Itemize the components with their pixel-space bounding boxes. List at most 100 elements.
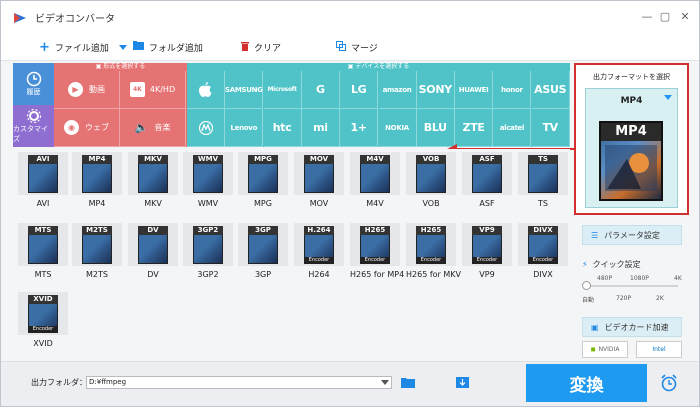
format-thumbnail: 3GP <box>238 223 288 266</box>
category-music[interactable]: 🔈 音楽 <box>120 109 186 147</box>
format-tile-divx[interactable]: DIVX Encoder DIVX <box>518 223 568 283</box>
device-brand-2[interactable]: Microsoft <box>263 71 302 109</box>
format-tile-mpg[interactable]: MPG MPG <box>238 152 288 212</box>
device-brand-13[interactable]: mi <box>301 109 340 147</box>
format-tile-wmv[interactable]: WMV WMV <box>183 152 233 212</box>
format-tile-asf[interactable]: ASF ASF <box>462 152 512 212</box>
slider-label: 自動 <box>582 297 595 304</box>
format-tile-mts[interactable]: MTS MTS <box>18 223 68 283</box>
format-grid: AVI AVI MP4 MP4 MKV MKV WMV WMV MPG MPG MOV MOV M4V M… <box>13 149 570 361</box>
device-brand-18[interactable]: alcatel <box>493 109 532 147</box>
convert-button[interactable]: 変換 <box>526 364 647 402</box>
format-label: H265 for MKV <box>406 270 461 279</box>
device-brand-4[interactable]: LG <box>340 71 379 109</box>
bottom-bar: 出力フォルダ： D:¥ffmpeg 変換 <box>1 361 699 406</box>
video-file-icon: WMV <box>193 154 223 193</box>
format-tile-m4v[interactable]: M4V M4V <box>350 152 400 212</box>
format-label: ASF <box>479 199 495 208</box>
device-brand-1[interactable]: SAMSUNG <box>225 71 264 109</box>
device-brand-17[interactable]: ZTE <box>455 109 494 147</box>
format-thumbnail: ASF <box>462 152 512 195</box>
format-tile-vob[interactable]: VOB VOB <box>406 152 456 212</box>
format-tile-vp9[interactable]: VP9 Encoder VP9 <box>462 223 512 283</box>
dropdown-arrow-icon[interactable] <box>381 380 389 385</box>
device-brand-7[interactable]: HUAWEI <box>455 71 494 109</box>
format-label: 3GP <box>254 270 272 279</box>
format-tag: DIVX <box>528 225 558 235</box>
output-format-selector[interactable]: MP4 MP4 <box>585 88 678 208</box>
format-label: 3GP2 <box>197 270 219 279</box>
format-category-panel: ▣ 形式を選択する ▶ 動画 4K 4K/HD ◉ ウェブ 🔈 音楽 <box>54 63 187 147</box>
clear-button[interactable]: クリア <box>240 41 281 54</box>
format-tile-dv[interactable]: DV DV <box>128 223 178 283</box>
parameter-settings-button[interactable]: ☰ パラメータ設定 <box>582 225 682 245</box>
device-brand-16[interactable]: BLU <box>416 109 455 147</box>
format-tile-ts[interactable]: TS TS <box>518 152 568 212</box>
gpu-acceleration-button[interactable]: ▣ ビデオカード加速 <box>582 317 682 337</box>
alarm-clock-icon[interactable] <box>660 374 678 392</box>
format-tag: VOB <box>416 154 446 164</box>
browse-folder-icon[interactable] <box>401 376 415 388</box>
format-tile-m2ts[interactable]: M2TS M2TS <box>72 223 122 283</box>
format-tile-xvid[interactable]: XVID Encoder XVID <box>18 292 68 352</box>
format-tile-3gp[interactable]: 3GP 3GP <box>238 223 288 283</box>
format-tile-mkv[interactable]: MKV MKV <box>128 152 178 212</box>
category-4k-hd[interactable]: 4K 4K/HD <box>120 71 186 109</box>
app-logo-icon <box>14 12 26 23</box>
device-brand-6[interactable]: SONY <box>416 71 455 109</box>
add-file-dropdown[interactable] <box>118 44 127 50</box>
device-brand-5[interactable]: amazon <box>378 71 417 109</box>
device-brand-15[interactable]: NOKIA <box>378 109 417 147</box>
format-tag: H265 <box>360 225 390 235</box>
customize-label: カスタマイズ <box>13 125 48 143</box>
quality-slider[interactable] <box>582 281 678 290</box>
slider-label: 2K <box>656 295 664 302</box>
device-brand-label: NOKIA <box>385 123 409 132</box>
format-tile-h264[interactable]: H.264 Encoder H264 <box>294 223 344 283</box>
nvidia-toggle[interactable]: ◼ NVIDIA <box>582 341 628 358</box>
device-brand-0[interactable] <box>187 71 225 109</box>
device-brand-11[interactable]: Lenovo <box>225 109 264 147</box>
device-brand-14[interactable]: 1+ <box>340 109 379 147</box>
format-tile-3gp2[interactable]: 3GP2 3GP2 <box>183 223 233 283</box>
format-thumbnail: H265 Encoder <box>406 223 456 266</box>
format-label: DIVX <box>533 270 553 279</box>
category-web[interactable]: ◉ ウェブ <box>54 109 120 147</box>
format-tag: MP4 <box>82 154 112 164</box>
device-brand-12[interactable]: htc <box>263 109 302 147</box>
customize-tab[interactable]: カスタマイズ <box>13 105 54 147</box>
category-label: 動画 <box>89 85 105 94</box>
add-folder-button[interactable]: フォルダ追加 <box>132 41 203 54</box>
format-label: M2TS <box>86 270 108 279</box>
open-folder-icon[interactable] <box>456 375 469 388</box>
device-brand-10[interactable] <box>187 109 225 147</box>
format-tag: DV <box>138 225 168 235</box>
minimize-icon[interactable]: — <box>639 9 655 25</box>
format-thumbnail: DIVX Encoder <box>518 223 568 266</box>
output-folder-input[interactable]: D:¥ffmpeg <box>86 376 392 389</box>
merge-button[interactable]: マージ <box>335 40 378 54</box>
device-brand-19[interactable]: TV <box>531 109 570 147</box>
format-label: MP4 <box>88 199 106 208</box>
device-brand-3[interactable]: G <box>301 71 340 109</box>
video-file-icon: 3GP <box>248 225 278 264</box>
format-tile-avi[interactable]: AVI AVI <box>18 152 68 212</box>
format-tile-h265-for-mkv[interactable]: H265 Encoder H265 for MKV <box>406 223 461 283</box>
nvidia-logo-icon: ◼ <box>590 346 596 353</box>
close-icon[interactable]: ✕ <box>677 9 693 25</box>
format-tile-h265-for-mp4[interactable]: H265 Encoder H265 for MP4 <box>350 223 404 283</box>
format-tile-mp4[interactable]: MP4 MP4 <box>72 152 122 212</box>
device-brand-label: mi <box>313 121 328 134</box>
intel-toggle[interactable]: Intel <box>636 341 682 358</box>
maximize-icon[interactable]: ▢ <box>657 9 673 25</box>
device-brand-9[interactable]: ASUS <box>531 71 570 109</box>
slider-knob[interactable] <box>582 281 591 290</box>
format-label: M4V <box>366 199 384 208</box>
history-tab[interactable]: 履歴 <box>13 63 54 105</box>
play-icon: ▶ <box>68 82 83 97</box>
device-brand-8[interactable]: honor <box>493 71 532 109</box>
add-file-button[interactable]: + ファイル追加 <box>39 40 109 55</box>
format-tile-mov[interactable]: MOV MOV <box>294 152 344 212</box>
gear-icon <box>26 108 41 124</box>
category-video[interactable]: ▶ 動画 <box>54 71 120 109</box>
